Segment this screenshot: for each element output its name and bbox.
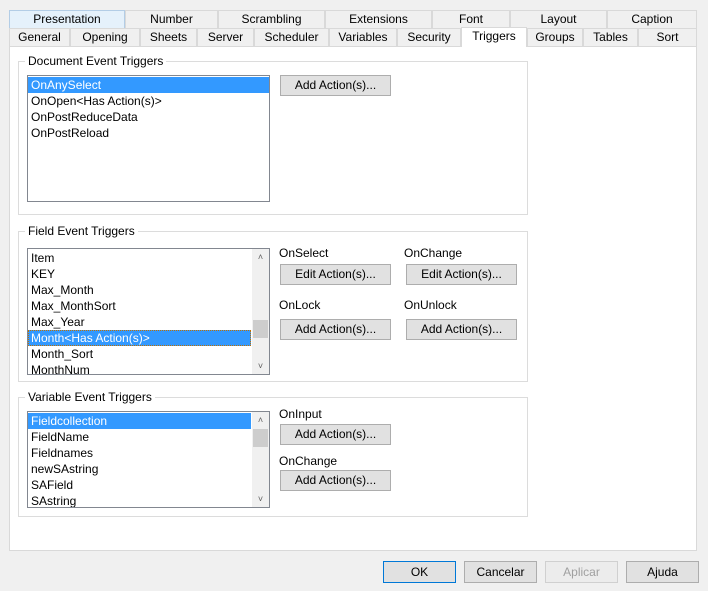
tab-sheets[interactable]: Sheets	[140, 28, 197, 46]
tab-scheduler[interactable]: Scheduler	[254, 28, 329, 46]
tab-layout[interactable]: Layout	[510, 10, 607, 28]
tab-server[interactable]: Server	[197, 28, 254, 46]
on-lock-add-action-button[interactable]: Add Action(s)...	[280, 319, 391, 340]
tab-sort[interactable]: Sort	[638, 28, 697, 46]
tab-variables[interactable]: Variables	[329, 28, 397, 46]
list-items: Fieldcollection FieldName Fieldnames newSAs…	[28, 413, 251, 507]
tab-general[interactable]: General	[9, 28, 70, 46]
group-label: Document Event Triggers	[25, 54, 167, 68]
variable-event-list[interactable]: Fieldcollection FieldName Fieldnames newSAs…	[27, 411, 270, 508]
list-item[interactable]: OnPostReduceData	[28, 109, 269, 125]
tab-extensions[interactable]: Extensions	[325, 10, 432, 28]
scroll-up-icon[interactable]: ˄	[252, 412, 269, 428]
list-items: OnAnySelect OnOpen<Has Action(s)> OnPostRe…	[28, 77, 269, 141]
on-change-label: OnChange	[404, 246, 463, 260]
on-lock-label: OnLock	[279, 298, 321, 312]
list-item[interactable]: KEY	[28, 266, 251, 282]
variable-on-change-label: OnChange	[279, 454, 338, 468]
tab-groups[interactable]: Groups	[527, 28, 583, 46]
on-select-label: OnSelect	[279, 246, 329, 260]
scroll-up-icon[interactable]: ˄	[252, 249, 269, 265]
list-item[interactable]: SAField	[28, 477, 251, 493]
on-change-edit-action-button[interactable]: Edit Action(s)...	[406, 264, 517, 285]
document-add-action-button[interactable]: Add Action(s)...	[280, 75, 391, 96]
tab-presentation[interactable]: Presentation	[9, 10, 125, 28]
list-item[interactable]: FieldName	[28, 429, 251, 445]
list-items: Item KEY Max_Month Max_MonthSort Max_Year Mon…	[28, 250, 251, 374]
group-label: Variable Event Triggers	[25, 390, 155, 404]
scroll-thumb[interactable]	[253, 429, 268, 447]
list-item[interactable]: OnPostReload	[28, 125, 269, 141]
on-input-add-action-button[interactable]: Add Action(s)...	[280, 424, 391, 445]
cancel-button[interactable]: Cancelar	[464, 561, 537, 583]
list-item[interactable]: newSAstring	[28, 461, 251, 477]
help-button[interactable]: Ajuda	[626, 561, 699, 583]
list-item[interactable]: Max_Year	[28, 314, 251, 330]
tab-opening[interactable]: Opening	[70, 28, 140, 46]
scroll-down-icon[interactable]: ˅	[252, 358, 269, 374]
list-item[interactable]: Max_MonthSort	[28, 298, 251, 314]
document-event-list[interactable]: OnAnySelect OnOpen<Has Action(s)> OnPostRe…	[27, 75, 270, 202]
on-input-label: OnInput	[279, 407, 322, 421]
variable-on-change-add-action-button[interactable]: Add Action(s)...	[280, 470, 391, 491]
variable-list-scrollbar[interactable]: ˄ ˅	[252, 412, 269, 507]
tab-scrambling[interactable]: Scrambling	[218, 10, 325, 28]
tab-tables[interactable]: Tables	[583, 28, 638, 46]
list-item[interactable]: OnAnySelect	[28, 77, 269, 93]
list-item[interactable]: SAstring	[28, 493, 251, 507]
on-unlock-add-action-button[interactable]: Add Action(s)...	[406, 319, 517, 340]
list-item[interactable]: Fieldnames	[28, 445, 251, 461]
apply-button[interactable]: Aplicar	[545, 561, 618, 583]
list-item[interactable]: Month<Has Action(s)>	[28, 330, 251, 346]
tab-font[interactable]: Font	[432, 10, 510, 28]
list-item[interactable]: Fieldcollection	[28, 413, 251, 429]
list-item[interactable]: Item	[28, 250, 251, 266]
ok-button[interactable]: OK	[383, 561, 456, 583]
scroll-down-icon[interactable]: ˅	[252, 491, 269, 507]
field-list-scrollbar[interactable]: ˄ ˅	[252, 249, 269, 374]
tab-security[interactable]: Security	[397, 28, 461, 46]
list-item[interactable]: MonthNum	[28, 362, 251, 374]
field-event-list[interactable]: Item KEY Max_Month Max_MonthSort Max_Year Mon…	[27, 248, 270, 375]
on-unlock-label: OnUnlock	[404, 298, 457, 312]
tab-triggers[interactable]: Triggers	[461, 27, 527, 47]
scroll-thumb[interactable]	[253, 320, 268, 338]
list-item[interactable]: OnOpen<Has Action(s)>	[28, 93, 269, 109]
group-label: Field Event Triggers	[25, 224, 138, 238]
list-item[interactable]: Month_Sort	[28, 346, 251, 362]
tab-number[interactable]: Number	[125, 10, 218, 28]
list-item[interactable]: Max_Month	[28, 282, 251, 298]
tab-caption[interactable]: Caption	[607, 10, 697, 28]
on-select-edit-action-button[interactable]: Edit Action(s)...	[280, 264, 391, 285]
